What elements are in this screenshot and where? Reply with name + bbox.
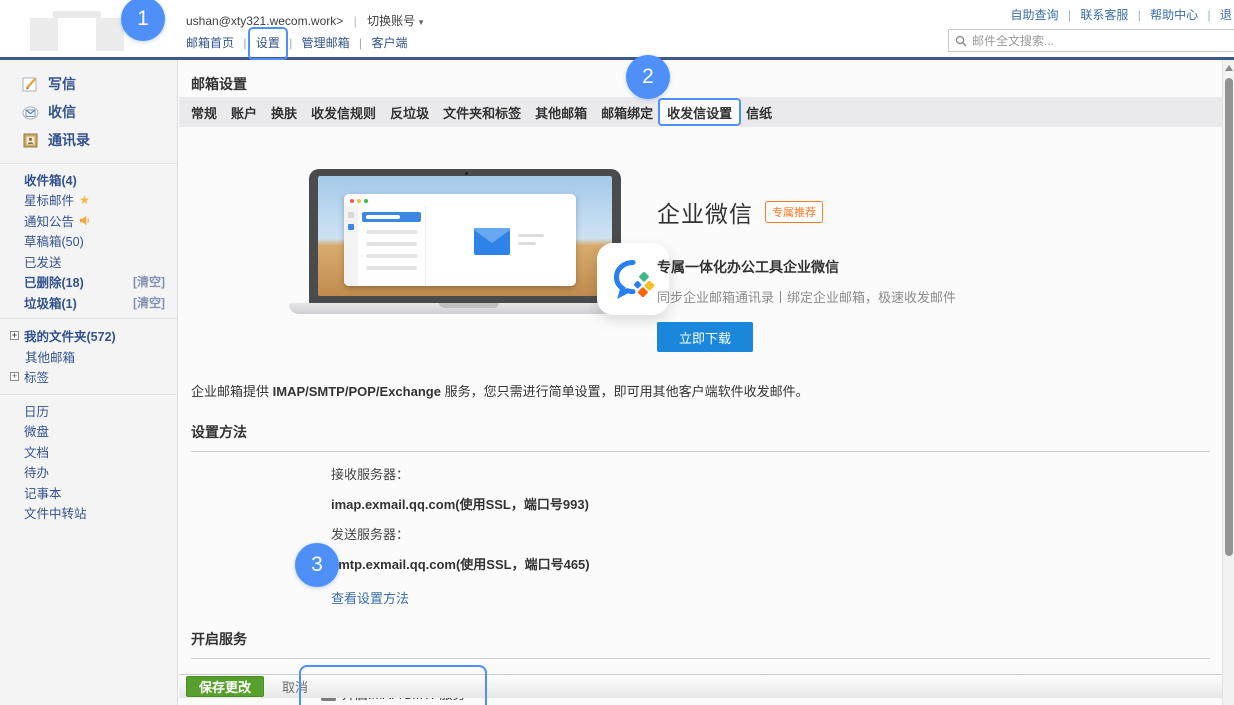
promo-title: 企业微信 xyxy=(657,195,753,229)
section-setup-method: 设置方法 xyxy=(191,422,1210,452)
scrollbar-thumb[interactable] xyxy=(1225,78,1233,556)
envelope-icon xyxy=(22,104,39,121)
mail-app-illustration xyxy=(344,194,576,286)
tab-skin[interactable]: 换肤 xyxy=(264,97,304,127)
promo-headline: 专属一体化办公工具企业微信 xyxy=(657,257,956,277)
tab-account[interactable]: 账户 xyxy=(224,97,264,127)
mail-search-box[interactable] xyxy=(948,29,1234,52)
nav-settings[interactable]: 设置 xyxy=(256,36,280,50)
sidebar-item-docs[interactable]: 文档 xyxy=(0,441,177,462)
account-email: ushan@xty321.wecom.work> xyxy=(186,14,343,28)
tab-general[interactable]: 常规 xyxy=(184,97,224,127)
sidebar-item-drive[interactable]: 微盘 xyxy=(0,421,177,442)
sidebar-item-drafts[interactable]: 草稿箱(50) xyxy=(0,231,177,252)
receive-server-label: 接收服务器： xyxy=(331,464,1222,483)
tab-stationery[interactable]: 信纸 xyxy=(739,97,779,127)
sidebar-divider xyxy=(0,318,177,319)
link-help-center[interactable]: 帮助中心 xyxy=(1150,8,1198,22)
sidebar-item-tags[interactable]: + 标签 xyxy=(0,367,177,388)
scroll-up-arrow[interactable] xyxy=(1225,65,1233,71)
sidebar: 写信 收信 通讯录 收件箱(4) 星标邮件 ★ 通知公告 xyxy=(0,60,178,705)
logo-text-placeholder xyxy=(53,11,101,18)
sidebar-divider xyxy=(0,394,177,395)
top-header: ushan@xty321.wecom.work> | 切换账号▼ 邮箱首页 | … xyxy=(0,0,1234,57)
save-button[interactable]: 保存更改 xyxy=(186,676,264,697)
promo-description: 同步企业邮箱通讯录丨绑定企业邮箱，极速收发邮件 xyxy=(657,287,956,306)
sidebar-item-notes[interactable]: 记事本 xyxy=(0,482,177,503)
expand-icon[interactable]: + xyxy=(10,331,19,340)
sidebar-item-calendar[interactable]: 日历 xyxy=(0,400,177,421)
compose-button[interactable]: 写信 xyxy=(0,70,177,98)
logo-placeholder xyxy=(96,18,124,51)
compose-icon xyxy=(22,76,39,93)
vertical-scrollbar[interactable] xyxy=(1222,60,1234,705)
download-button[interactable]: 立即下载 xyxy=(657,322,753,352)
bottom-action-bar: 保存更改 取消 xyxy=(179,674,1222,698)
link-self-query[interactable]: 自助查询 xyxy=(1011,8,1059,22)
laptop-illustration xyxy=(289,167,649,317)
empty-deleted-link[interactable]: [清空] xyxy=(133,273,165,290)
tab-mail-rules[interactable]: 收发信规则 xyxy=(304,97,383,127)
star-icon: ★ xyxy=(79,193,90,207)
sidebar-item-other-mailboxes[interactable]: 其他邮箱 xyxy=(0,346,177,367)
speaker-icon xyxy=(79,215,90,226)
sidebar-item-sent[interactable]: 已发送 xyxy=(0,251,177,272)
empty-spam-link[interactable]: [清空] xyxy=(133,294,165,311)
sidebar-item-deleted[interactable]: 已删除(18) [清空] xyxy=(0,272,177,293)
nav-mail-home[interactable]: 邮箱首页 xyxy=(186,36,234,50)
sidebar-item-starred[interactable]: 星标邮件 ★ xyxy=(0,190,177,211)
main-content: 邮箱设置 常规 账户 换肤 收发信规则 反垃圾 文件夹和标签 其他邮箱 邮箱绑定… xyxy=(179,60,1222,705)
view-setup-link[interactable]: 查看设置方法 xyxy=(331,588,409,607)
envelope-graphic xyxy=(474,228,510,258)
section-enable-services: 开启服务 xyxy=(191,629,1210,659)
contacts-button[interactable]: 通讯录 xyxy=(0,126,177,154)
sidebar-item-inbox[interactable]: 收件箱(4) xyxy=(0,169,177,190)
settings-tabbar: 常规 账户 换肤 收发信规则 反垃圾 文件夹和标签 其他邮箱 邮箱绑定 收发信设… xyxy=(179,97,1222,127)
link-logout[interactable]: 退 xyxy=(1220,8,1232,22)
tab-folders-tags[interactable]: 文件夹和标签 xyxy=(436,97,528,127)
sidebar-item-file-transfer[interactable]: 文件中转站 xyxy=(0,503,177,524)
send-server-value: smtp.exmail.qq.com(使用SSL，端口号465) xyxy=(331,554,1222,573)
sidebar-item-todo[interactable]: 待办 xyxy=(0,462,177,483)
header-nav: 邮箱首页 | 设置 | 管理邮箱 | 客户端 xyxy=(186,34,408,51)
server-settings: 接收服务器： imap.exmail.qq.com(使用SSL，端口号993) … xyxy=(331,464,1222,607)
search-input[interactable] xyxy=(972,34,1202,48)
wecom-promo-banner: 企业微信 专属推荐 专属一体化办公工具企业微信 同步企业邮箱通讯录丨绑定企业邮箱… xyxy=(179,167,1222,339)
link-contact-support[interactable]: 联系客服 xyxy=(1080,8,1128,22)
chevron-down-icon[interactable]: ▼ xyxy=(417,18,425,27)
recommend-badge: 专属推荐 xyxy=(765,201,823,223)
nav-client[interactable]: 客户端 xyxy=(371,36,407,50)
send-server-label: 发送服务器： xyxy=(331,524,1222,543)
logo-placeholder xyxy=(30,18,58,51)
receive-mail-button[interactable]: 收信 xyxy=(0,98,177,126)
tab-send-receive-settings[interactable]: 收发信设置 xyxy=(660,97,739,127)
cancel-button[interactable]: 取消 xyxy=(282,677,308,696)
contacts-icon xyxy=(22,132,39,149)
account-line: ushan@xty321.wecom.work> | 切换账号▼ xyxy=(186,12,425,29)
top-right-links: 自助查询 | 联系客服 | 帮助中心 | 退 xyxy=(1011,6,1233,23)
tab-antispam[interactable]: 反垃圾 xyxy=(383,97,436,127)
expand-icon[interactable]: + xyxy=(10,372,19,381)
switch-account-link[interactable]: 切换账号 xyxy=(367,14,415,28)
sidebar-item-spam[interactable]: 垃圾箱(1) [清空] xyxy=(0,292,177,313)
sidebar-item-announcements[interactable]: 通知公告 xyxy=(0,210,177,231)
receive-server-value: imap.exmail.qq.com(使用SSL，端口号993) xyxy=(331,494,1222,513)
tab-other-mailboxes[interactable]: 其他邮箱 xyxy=(528,97,594,127)
service-intro: 企业邮箱提供 IMAP/SMTP/POP/Exchange 服务，您只需进行简单… xyxy=(191,381,1222,400)
page-title: 邮箱设置 xyxy=(179,60,1222,97)
sidebar-divider xyxy=(0,163,177,164)
sidebar-item-my-folders[interactable]: + 我的文件夹(572) xyxy=(0,326,177,347)
tab-mailbox-binding[interactable]: 邮箱绑定 xyxy=(594,97,660,127)
nav-manage-mailbox[interactable]: 管理邮箱 xyxy=(302,36,350,50)
annotation-step-3: 3 xyxy=(295,543,339,587)
search-icon xyxy=(955,35,967,47)
annotation-step-2: 2 xyxy=(626,55,670,99)
